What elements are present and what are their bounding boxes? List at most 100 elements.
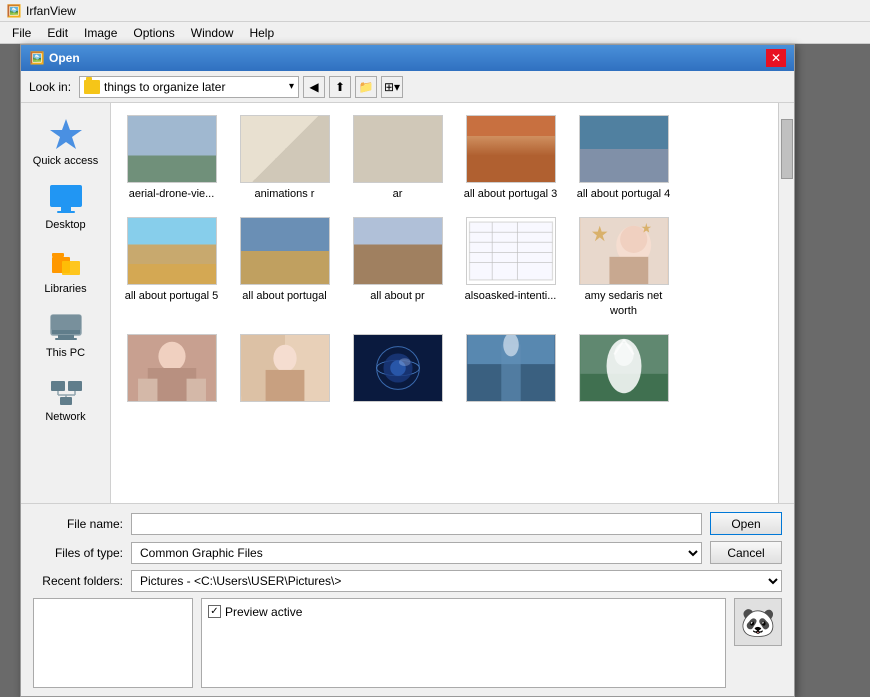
file-name: alsoasked-intenti... [465, 289, 557, 303]
libraries-icon [48, 245, 84, 281]
file-name: aerial-drone-vie... [129, 187, 215, 201]
file-name-label: File name: [33, 517, 123, 531]
dialog-icon: 🖼️ [29, 50, 45, 66]
panda-icon: 🐼 [741, 606, 776, 639]
thispc-icon [48, 309, 84, 345]
app-title: IrfanView [26, 4, 76, 18]
new-folder-button[interactable]: 📁 [355, 76, 377, 98]
app-titlebar: 🖼️ IrfanView [0, 0, 870, 22]
dialog-title: Open [49, 51, 766, 65]
list-item[interactable]: ar [345, 111, 450, 205]
dialog-toolbar: Look in: things to organize later ▾ ◀ ⬆ … [21, 71, 794, 103]
list-item[interactable]: all about pr [345, 213, 450, 322]
dialog-titlebar: 🖼️ Open ✕ [21, 45, 794, 71]
back-button[interactable]: ◀ [303, 76, 325, 98]
look-in-label: Look in: [29, 80, 71, 94]
scrollbar-track [778, 103, 794, 503]
recent-folders-row: Recent folders: Pictures - <C:\Users\USE… [33, 570, 782, 592]
file-list-area: aerial-drone-vie... animations r ar all … [111, 103, 794, 503]
open-button[interactable]: Open [710, 512, 782, 535]
folder-icon [84, 80, 100, 94]
menu-window[interactable]: Window [183, 24, 242, 42]
recent-folders-label: Recent folders: [33, 574, 123, 588]
dialog-bottom: File name: Open Files of type: Common Gr… [21, 503, 794, 696]
current-folder-text: things to organize later [104, 80, 225, 94]
file-thumbnail [240, 334, 330, 402]
file-thumbnail [127, 334, 217, 402]
dialog-close-button[interactable]: ✕ [766, 49, 786, 67]
file-list-container[interactable]: aerial-drone-vie... animations r ar all … [111, 103, 778, 503]
preview-checkbox[interactable]: ✓ [208, 605, 221, 618]
file-thumbnail [579, 334, 669, 402]
list-item[interactable]: all about portugal 5 [119, 213, 224, 322]
this-pc-label: This PC [46, 347, 85, 359]
file-thumbnail [353, 334, 443, 402]
files-of-type-select[interactable]: Common Graphic Files [131, 542, 702, 564]
sidebar-item-this-pc[interactable]: This PC [26, 305, 106, 363]
sidebar-item-quick-access[interactable]: Quick access [26, 113, 106, 171]
preview-active-label: Preview active [225, 605, 302, 619]
sidebar: Quick access Desktop [21, 103, 111, 503]
dialog-body: Quick access Desktop [21, 103, 794, 503]
scrollbar-thumb[interactable] [781, 119, 793, 179]
look-in-select[interactable]: things to organize later ▾ [79, 76, 299, 98]
file-thumbnail [127, 115, 217, 183]
menu-help[interactable]: Help [241, 24, 282, 42]
file-name: all about portugal 5 [125, 289, 219, 303]
cancel-button[interactable]: Cancel [710, 541, 782, 564]
open-dialog: 🖼️ Open ✕ Look in: things to organize la… [20, 44, 795, 697]
list-item[interactable]: aerial-drone-vie... [119, 111, 224, 205]
menubar: File Edit Image Options Window Help [0, 22, 870, 44]
files-of-type-row: Files of type: Common Graphic Files Canc… [33, 541, 782, 564]
list-item[interactable] [232, 330, 337, 410]
up-button[interactable]: ⬆ [329, 76, 351, 98]
file-thumbnail [466, 334, 556, 402]
files-of-type-label: Files of type: [33, 546, 123, 560]
file-name: all about portugal 4 [577, 187, 671, 201]
file-name-input[interactable] [131, 513, 702, 535]
sidebar-item-libraries[interactable]: Libraries [26, 241, 106, 299]
preview-thumbnail: 🐼 [734, 598, 782, 646]
preview-main: ✓ Preview active [201, 598, 726, 688]
file-name: animations r [255, 187, 315, 201]
menu-file[interactable]: File [4, 24, 39, 42]
list-item[interactable]: animations r [232, 111, 337, 205]
menu-edit[interactable]: Edit [39, 24, 76, 42]
file-thumbnail [353, 115, 443, 183]
star-icon [48, 117, 84, 153]
list-item[interactable]: all about portugal 3 [458, 111, 563, 205]
list-item[interactable]: all about portugal [232, 213, 337, 322]
network-label: Network [45, 411, 85, 423]
sidebar-item-network[interactable]: Network [26, 369, 106, 427]
libraries-label: Libraries [44, 283, 86, 295]
menu-options[interactable]: Options [125, 24, 182, 42]
file-name-row: File name: Open [33, 512, 782, 535]
file-thumbnail [127, 217, 217, 285]
list-item[interactable] [345, 330, 450, 410]
quick-access-label: Quick access [33, 155, 98, 167]
file-thumbnail [466, 115, 556, 183]
file-thumbnail [466, 217, 556, 285]
file-name: all about pr [370, 289, 424, 303]
file-thumbnail [353, 217, 443, 285]
list-item[interactable]: alsoasked-intenti... [458, 213, 563, 322]
list-item[interactable] [119, 330, 224, 410]
list-item[interactable] [458, 330, 563, 410]
preview-section: ✓ Preview active 🐼 [33, 598, 782, 688]
menu-image[interactable]: Image [76, 24, 125, 42]
preview-area-left [33, 598, 193, 688]
view-options-button[interactable]: ⊞▾ [381, 76, 403, 98]
file-name: all about portugal [242, 289, 326, 303]
file-thumbnail [579, 115, 669, 183]
dropdown-arrow: ▾ [289, 81, 294, 92]
list-item[interactable]: all about portugal 4 [571, 111, 676, 205]
network-icon [48, 373, 84, 409]
recent-folders-select[interactable]: Pictures - <C:\Users\USER\Pictures\> [131, 570, 782, 592]
app-icon: 🖼️ [6, 3, 22, 19]
file-thumbnail [240, 217, 330, 285]
desktop-icon [48, 181, 84, 217]
sidebar-item-desktop[interactable]: Desktop [26, 177, 106, 235]
list-item[interactable]: amy sedaris net worth [571, 213, 676, 322]
list-item[interactable] [571, 330, 676, 410]
desktop-label: Desktop [45, 219, 85, 231]
